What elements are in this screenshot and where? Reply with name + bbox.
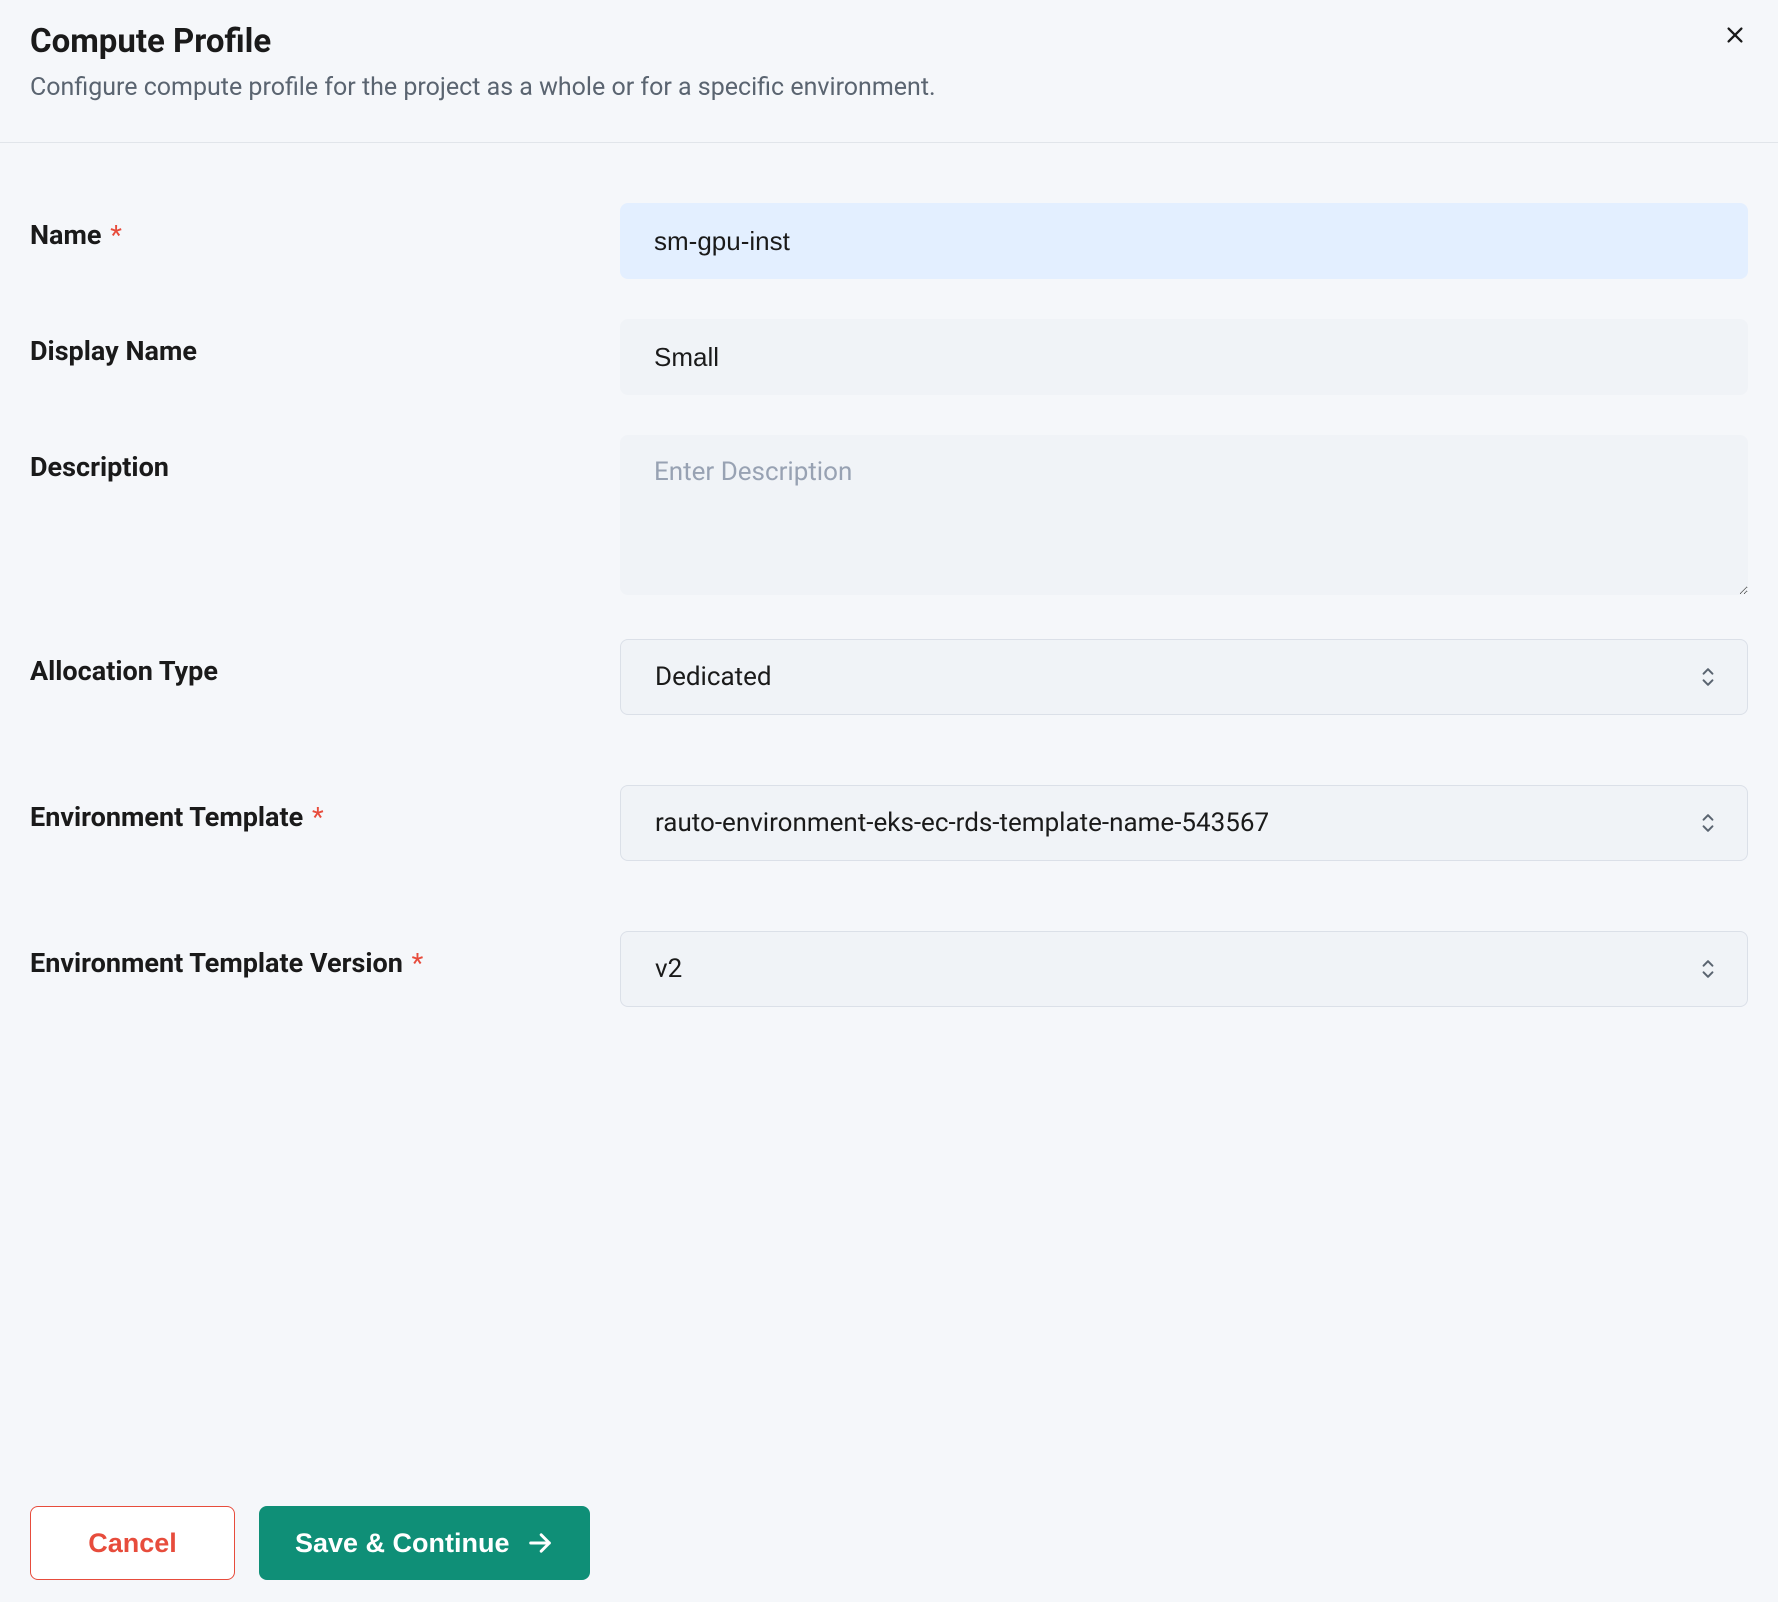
form-row-display-name: Display Name [30,319,1748,395]
page-title: Compute Profile [30,22,1748,61]
display-name-input[interactable] [620,319,1748,395]
description-textarea[interactable] [620,435,1748,595]
description-label-text: Description [30,451,169,483]
environment-template-version-label-text: Environment Template Version [30,947,403,979]
chevron-updown-icon [1699,956,1717,982]
environment-template-version-select[interactable]: v2 [620,931,1748,1007]
name-label-text: Name [30,219,101,251]
page-header: Compute Profile Configure compute profil… [0,0,1778,143]
name-input[interactable] [620,203,1748,279]
environment-template-label: Environment Template * [30,785,620,833]
chevron-updown-icon [1699,664,1717,690]
save-continue-button[interactable]: Save & Continue [259,1506,590,1580]
form-row-environment-template: Environment Template * rauto-environment… [30,785,1748,861]
form-row-environment-template-version: Environment Template Version * v2 [30,931,1748,1007]
allocation-type-label: Allocation Type [30,639,620,687]
form-row-description: Description [30,435,1748,599]
display-name-label: Display Name [30,319,620,367]
cancel-button[interactable]: Cancel [30,1506,235,1580]
chevron-updown-icon [1699,810,1717,836]
form-row-allocation-type: Allocation Type Dedicated [30,639,1748,715]
allocation-type-select[interactable]: Dedicated [620,639,1748,715]
description-label: Description [30,435,620,483]
environment-template-value: rauto-environment-eks-ec-rds-template-na… [655,808,1269,838]
close-icon [1724,24,1746,46]
environment-template-version-value: v2 [655,954,682,984]
form-body: Name * Display Name Description Allocati… [0,143,1778,1077]
footer: Cancel Save & Continue [0,1484,1778,1602]
save-continue-button-label: Save & Continue [295,1528,510,1559]
required-star: * [312,801,324,833]
page-subtitle: Configure compute profile for the projec… [30,73,1748,102]
environment-template-select[interactable]: rauto-environment-eks-ec-rds-template-na… [620,785,1748,861]
close-button[interactable] [1722,22,1748,48]
display-name-label-text: Display Name [30,335,197,367]
cancel-button-label: Cancel [88,1528,177,1559]
name-label: Name * [30,203,620,251]
arrow-right-icon [526,1529,554,1557]
environment-template-version-label: Environment Template Version * [30,931,620,979]
required-star: * [110,219,122,251]
allocation-type-value: Dedicated [655,662,772,692]
form-row-name: Name * [30,203,1748,279]
required-star: * [412,947,424,979]
environment-template-label-text: Environment Template [30,801,303,833]
allocation-type-label-text: Allocation Type [30,655,218,687]
